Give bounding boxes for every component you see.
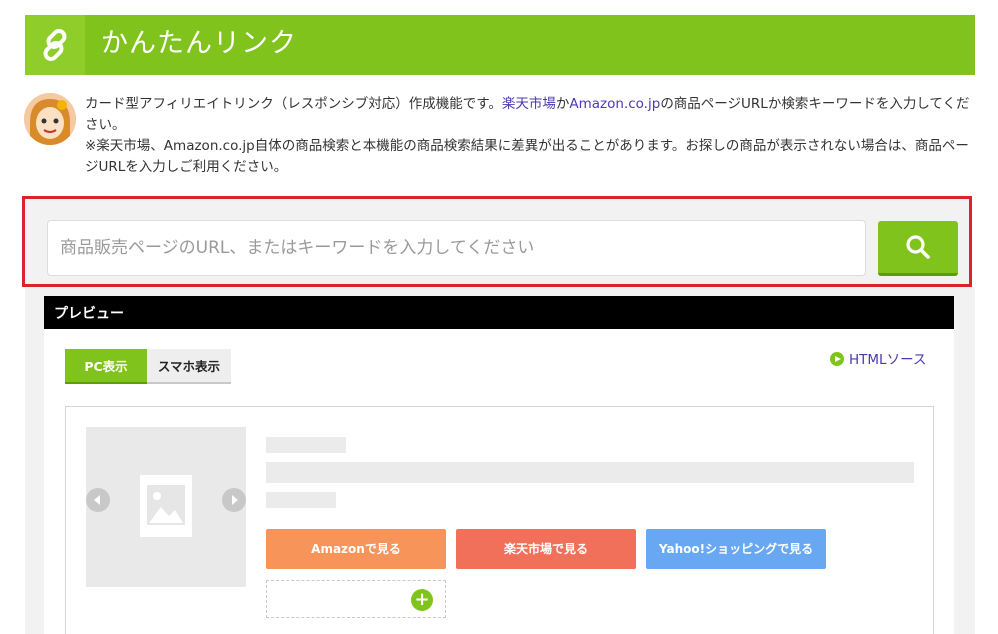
intro-mid: か (555, 96, 570, 112)
yahoo-button[interactable]: Yahoo!ショッピングで見る (646, 529, 826, 569)
chevron-left-icon[interactable] (86, 488, 110, 512)
amazon-button[interactable]: Amazonで見る (266, 529, 446, 569)
intro-line1-pre: カード型アフィリエイトリンク（レスポンシブ対応）作成機能です。 (85, 96, 502, 112)
intro-note: ※楽天市場、Amazon.co.jp自体の商品検索と本機能の商品検索結果に差異が… (85, 138, 969, 175)
search-icon (906, 235, 930, 259)
amazon-link: Amazon.co.jp (569, 96, 661, 112)
title-placeholder (266, 437, 346, 453)
image-icon (140, 475, 192, 537)
plus-circle-icon[interactable]: + (411, 589, 433, 611)
link-icon (43, 29, 67, 61)
rakuten-link: 楽天市場 (501, 96, 556, 112)
search-input[interactable] (47, 220, 866, 276)
play-circle-icon (830, 352, 844, 366)
tab-smartphone-view[interactable]: スマホ表示 (147, 349, 231, 384)
search-button[interactable] (878, 221, 958, 276)
description-placeholder (266, 462, 914, 483)
page-title: かんたんリンク (101, 28, 297, 59)
rakuten-button[interactable]: 楽天市場で見る (456, 529, 636, 569)
mascot-avatar (24, 93, 76, 145)
logo-box (25, 15, 85, 75)
html-source-link[interactable]: HTMLソース (830, 351, 926, 369)
price-placeholder (266, 492, 336, 508)
chevron-right-icon[interactable] (222, 488, 246, 512)
html-source-label: HTMLソース (849, 352, 927, 368)
tab-pc-view[interactable]: PC表示 (65, 349, 147, 384)
preview-heading: プレビュー (54, 306, 124, 322)
search-area (22, 196, 972, 287)
intro-text: カード型アフィリエイトリンク（レスポンシブ対応）作成機能です。楽天市場かAmaz… (85, 94, 970, 178)
preview-header: プレビュー (44, 296, 954, 329)
add-button-slot: + (266, 580, 446, 618)
app-header: かんたんリンク (25, 15, 975, 75)
